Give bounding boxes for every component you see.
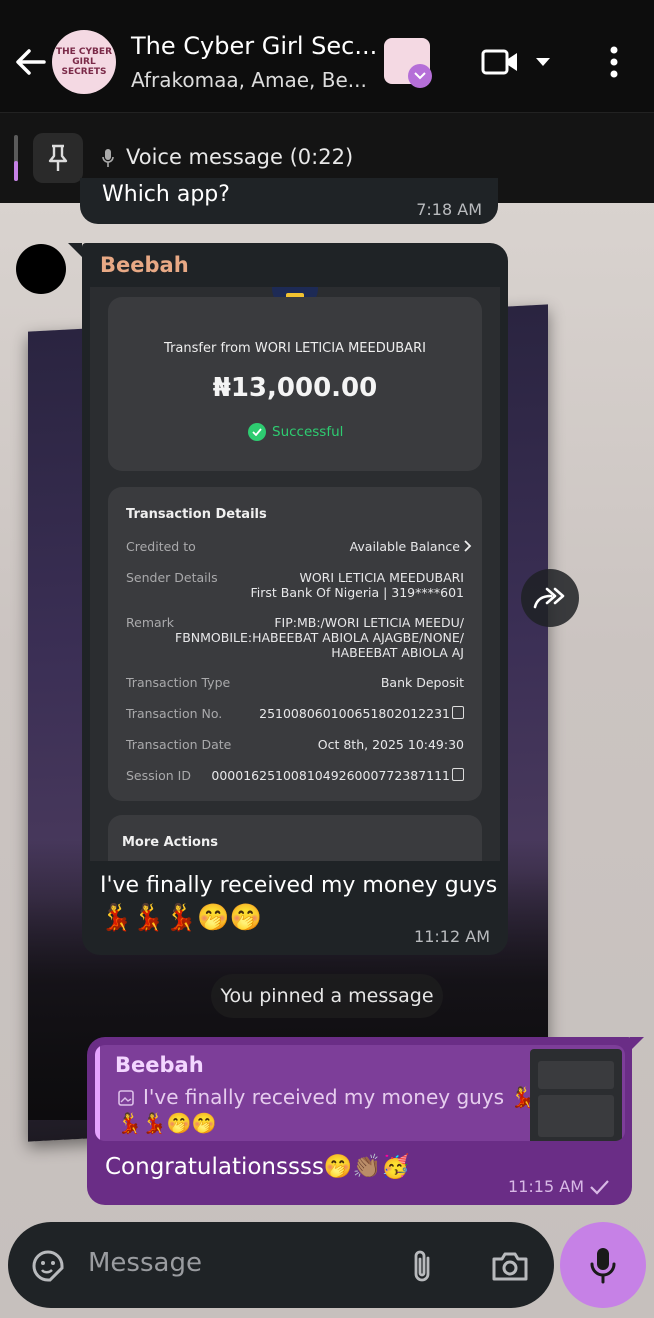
reply-quote[interactable]: Beebah I've finally received my money gu… — [95, 1045, 625, 1141]
message-input[interactable]: Message — [88, 1248, 202, 1278]
reply-thumbnail — [530, 1049, 622, 1141]
detail-label: Transaction No. — [126, 706, 223, 721]
forward-icon[interactable] — [521, 569, 579, 627]
message-input-bar: Message — [8, 1222, 554, 1308]
detail-label: Transaction Date — [126, 737, 232, 752]
copy-icon[interactable] — [452, 768, 464, 781]
reply-quote-text: 💃💃🤭🤭 — [117, 1111, 217, 1135]
microphone-icon[interactable] — [560, 1222, 646, 1308]
status-text: Successful — [272, 424, 344, 440]
transfer-summary-card: Transfer from WORI LETICIA MEEDUBARI ₦13… — [108, 297, 482, 471]
detail-label: Remark — [126, 615, 175, 630]
read-check-icon — [588, 1177, 610, 1197]
detail-value[interactable]: Available Balance — [350, 539, 460, 554]
transfer-amount: ₦13,000.00 — [212, 373, 378, 403]
chat-header: THE CYBER GIRL SECRETS The Cyber Girl Se… — [0, 0, 654, 112]
reply-quote-sender: Beebah — [115, 1053, 204, 1077]
detail-value: HABEEBAT ABIOLA AJ — [331, 645, 464, 660]
detail-label: Transaction Type — [126, 675, 231, 690]
message-caption: I've finally received my money guys — [100, 873, 498, 898]
message-text: Congratulationssss🤭👏🏽🥳 — [105, 1154, 410, 1180]
more-actions-card: More Actions — [108, 815, 482, 861]
bubble-tail — [630, 1037, 644, 1051]
receipt-image[interactable]: Transfer from WORI LETICIA MEEDUBARI ₦13… — [90, 287, 500, 861]
back-arrow-icon[interactable] — [10, 40, 50, 84]
message-bubble-previous[interactable]: Which app? 7:18 AM — [80, 178, 498, 224]
more-options-icon[interactable] — [600, 42, 628, 82]
detail-value: FBNMOBILE:HABEEBAT ABIOLA AJAGBE/NONE/ — [175, 630, 464, 645]
sender-name[interactable]: Beebah — [100, 253, 189, 277]
detail-value: WORI LETICIA MEEDUBARI — [299, 570, 464, 585]
reply-quote-bar — [95, 1045, 100, 1141]
message-emojis: 💃💃💃🤭🤭 — [100, 903, 262, 933]
group-call-avatar[interactable] — [384, 38, 432, 88]
pinned-indicator — [14, 135, 18, 181]
detail-value: Bank Deposit — [380, 675, 464, 690]
message-time: 11:12 AM — [414, 927, 490, 946]
call-dropdown-icon[interactable] — [532, 52, 554, 72]
message-bubble-outgoing[interactable]: Beebah I've finally received my money gu… — [87, 1037, 644, 1205]
bubble-tail — [68, 243, 82, 257]
detail-value: 251008060100651802012231 — [259, 706, 450, 721]
chat-title[interactable]: The Cyber Girl Sec... — [131, 32, 377, 60]
detail-value: FIP:MB:/WORI LETICIA MEEDU/ — [274, 615, 464, 630]
group-avatar[interactable]: THE CYBER GIRL SECRETS — [52, 30, 116, 94]
detail-value: Oct 8th, 2025 10:49:30 — [317, 737, 464, 752]
detail-value: First Bank Of Nigeria | 319****601 — [250, 585, 464, 600]
attach-icon[interactable] — [406, 1244, 438, 1288]
message-time: 11:15 AM — [508, 1177, 584, 1196]
message-time: 7:18 AM — [416, 200, 482, 219]
reply-quote-text: I've finally received my money guys 💃 — [143, 1085, 536, 1109]
details-heading: Transaction Details — [126, 507, 267, 522]
image-icon — [117, 1089, 135, 1107]
detail-label: Credited to — [126, 539, 196, 554]
check-circle-icon — [248, 423, 266, 441]
status-badge: Successful — [248, 423, 343, 441]
more-actions-label[interactable]: More Actions — [122, 835, 218, 850]
group-avatar-text: THE CYBER GIRL SECRETS — [55, 47, 112, 77]
pinned-message-text: Voice message (0:22) — [126, 145, 354, 169]
chevron-down-badge-icon — [408, 64, 432, 88]
copy-icon[interactable] — [452, 706, 464, 719]
service-message: You pinned a message — [211, 974, 443, 1018]
pin-icon[interactable] — [33, 133, 83, 183]
transfer-title: Transfer from WORI LETICIA MEEDUBARI — [164, 341, 426, 356]
camera-icon[interactable] — [488, 1246, 532, 1286]
sticker-icon[interactable] — [28, 1246, 68, 1286]
sender-avatar[interactable] — [16, 244, 66, 294]
microphone-small-icon — [98, 145, 118, 171]
video-call-icon[interactable] — [480, 44, 520, 80]
message-text: Which app? — [102, 182, 230, 207]
detail-label: Sender Details — [126, 570, 218, 585]
detail-value: 000016251008104926000772387111 — [211, 768, 450, 783]
transaction-details-card: Transaction Details Credited to Availabl… — [108, 487, 482, 801]
detail-label: Session ID — [126, 768, 191, 783]
message-bubble-receipt[interactable]: Beebah Transfer from WORI LETICIA MEEDUB… — [68, 243, 508, 955]
chat-subtitle[interactable]: Afrakomaa, Amae, Be... — [131, 68, 367, 92]
chevron-right-icon[interactable] — [462, 539, 474, 553]
